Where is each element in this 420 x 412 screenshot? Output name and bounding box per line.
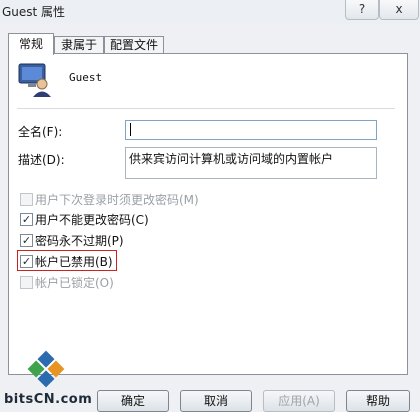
- bitscn-logo-icon: [20, 350, 72, 388]
- close-title-button[interactable]: x: [379, 0, 419, 20]
- option-label: 用户下次登录时须更改密码(M): [35, 193, 199, 207]
- tab-member-of[interactable]: 隶属于: [54, 36, 104, 54]
- text-caret: [130, 123, 131, 136]
- description-value: 供来宾访问计算机或访问域的内置帐户: [129, 152, 334, 166]
- tab-profile[interactable]: 配置文件: [104, 36, 164, 54]
- checkbox[interactable]: [20, 193, 33, 206]
- window-title: Guest 属性: [2, 5, 66, 19]
- ok-button[interactable]: 确定: [97, 390, 169, 412]
- option-label: 帐户已禁用(B): [35, 255, 113, 269]
- option-label: 密码永不过期(P): [35, 234, 124, 248]
- apply-button[interactable]: 应用(A): [263, 390, 335, 412]
- checkbox-checked[interactable]: ✓: [20, 213, 33, 226]
- separator: [17, 108, 395, 109]
- checkbox-checked[interactable]: ✓: [20, 234, 33, 247]
- watermark-site: bitsCN.com: [4, 392, 93, 407]
- option-label: 用户不能更改密码(C): [35, 213, 149, 227]
- tab-general[interactable]: 常规: [8, 33, 54, 55]
- help-button[interactable]: 帮助: [346, 390, 410, 412]
- help-title-button[interactable]: ?: [345, 0, 379, 20]
- description-input[interactable]: 供来宾访问计算机或访问域的内置帐户: [125, 147, 377, 179]
- full-name-input[interactable]: [125, 120, 377, 140]
- option-label: 帐户已锁定(O): [35, 276, 114, 290]
- checkbox-checked[interactable]: ✓: [20, 255, 33, 268]
- checkbox[interactable]: [20, 276, 33, 289]
- cancel-button[interactable]: 取消: [180, 390, 252, 412]
- full-name-label: 全名(F):: [18, 125, 63, 139]
- user-monitor-icon: [16, 62, 52, 98]
- user-name: Guest: [69, 71, 103, 84]
- description-label: 描述(D):: [18, 153, 65, 167]
